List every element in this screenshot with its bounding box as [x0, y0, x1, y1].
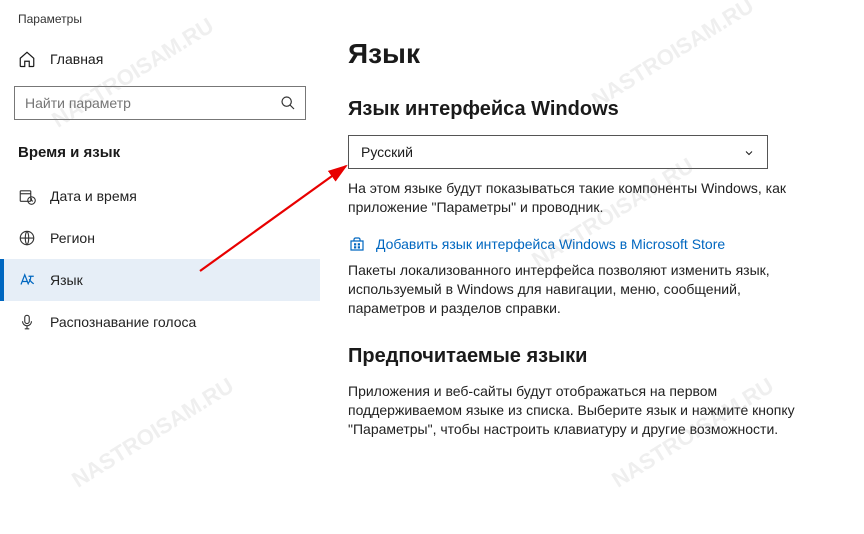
nav-label: Распознавание голоса — [50, 314, 196, 330]
nav-item-datetime[interactable]: Дата и время — [0, 175, 320, 217]
search-icon — [280, 95, 296, 111]
chevron-down-icon — [743, 146, 755, 158]
preferred-languages-description: Приложения и веб-сайты будут отображатьс… — [348, 382, 818, 439]
search-input[interactable] — [14, 86, 306, 120]
calendar-clock-icon — [18, 187, 36, 205]
display-language-dropdown[interactable]: Русский — [348, 135, 768, 169]
home-label: Главная — [50, 51, 103, 67]
nav-label: Язык — [50, 272, 83, 288]
localization-packs-description: Пакеты локализованного интерфейса позвол… — [348, 261, 818, 318]
sidebar: Параметры Главная Время и язык Дата и вр… — [0, 0, 320, 534]
globe-icon — [18, 229, 36, 247]
dropdown-selected-label: Русский — [361, 144, 413, 160]
nav-label: Регион — [50, 230, 95, 246]
page-title: Язык — [348, 38, 828, 70]
app-title: Параметры — [0, 12, 320, 40]
nav-item-language[interactable]: Язык — [0, 259, 320, 301]
search-wrap — [14, 86, 306, 120]
store-icon — [348, 235, 366, 253]
display-language-heading: Язык интерфейса Windows — [348, 98, 828, 121]
add-language-store-link[interactable]: Добавить язык интерфейса Windows в Micro… — [348, 235, 828, 253]
home-nav[interactable]: Главная — [0, 40, 320, 78]
nav-label: Дата и время — [50, 188, 137, 204]
nav-item-region[interactable]: Регион — [0, 217, 320, 259]
section-title: Время и язык — [0, 136, 320, 175]
language-icon — [18, 271, 36, 289]
home-icon — [18, 50, 36, 68]
display-language-description: На этом языке будут показываться такие к… — [348, 179, 818, 217]
preferred-languages-heading: Предпочитаемые языки — [348, 345, 828, 368]
nav-item-speech[interactable]: Распознавание голоса — [0, 301, 320, 343]
main-content: Язык Язык интерфейса Windows Русский На … — [320, 0, 864, 534]
store-link-label: Добавить язык интерфейса Windows в Micro… — [376, 236, 725, 252]
microphone-icon — [18, 313, 36, 331]
